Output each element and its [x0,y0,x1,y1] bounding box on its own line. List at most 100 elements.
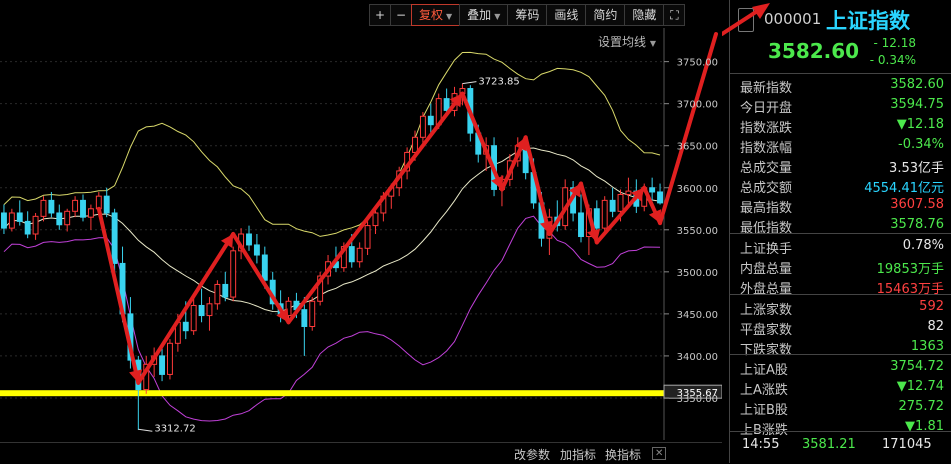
trend-arrow-head [752,3,770,19]
quote-value: 0.78% [902,238,944,253]
restore-rights-button[interactable]: 复权 ▼ [411,4,461,26]
candle-body [167,342,173,375]
quote-row: 上证换手 0.78% [730,236,944,257]
marker-leader [462,81,477,85]
axis-tick-label: 3650.00 [677,142,718,153]
quote-label: 上A涨跌 [740,383,788,398]
candle-body [48,199,55,214]
quote-row: 上证B股 275.72 [730,397,944,418]
price-axis: 3350.00 3400.00 3450.00 3500.00 3550.00 3600.… [664,58,718,405]
quote-value: 592 [919,299,944,314]
quote-label: 指数涨跌 [740,121,793,136]
candle-body [24,220,31,235]
quote-label: 今日开盘 [740,101,793,116]
trend-arrow-segment [136,232,236,385]
index-name: 上证指数 [826,9,910,33]
draw-line-button[interactable]: 画线 [546,4,587,26]
chips-button[interactable]: 筹码 [507,4,548,26]
quote-row: 平盘家数 82 [730,317,944,338]
candle-body [32,215,39,235]
candle-body [649,187,656,193]
candle-body [419,115,426,138]
candle-body [356,247,363,263]
axis-tick-label: 3500.00 [677,268,718,279]
candle-body [309,300,316,327]
zoom-in-button[interactable]: + [369,4,391,26]
candle-body [72,199,79,212]
hide-button[interactable]: 隐藏 [624,4,665,26]
quote-value: 19853万手 [876,262,944,277]
add-indicator-button[interactable]: 加指标 [560,446,596,463]
quote-label: 下跌家数 [740,343,793,358]
marker-leader [138,428,153,432]
fullscreen-icon[interactable]: ⛶ [663,4,686,26]
quote-row: 最低指数 3578.76 [730,215,944,236]
axis-tick-label: 3700.00 [677,100,718,111]
kline-chart[interactable]: 3355.67 3723.85 3312.72 3350.00 3400.00 345… [0,28,722,440]
quote-row: 上B涨跌 ▼1.81 [730,417,944,438]
chevron-down-icon: ▼ [494,12,501,21]
lite-mode-button[interactable]: 简约 [585,4,626,26]
trend-arrow-segment [96,206,141,385]
candle-body [64,210,71,226]
quote-panel: 000001 上证指数 3582.60 - 12.18 - 0.34% 最新指数… [729,0,951,463]
quote-value: ▼12.74 [896,379,944,394]
candle-body [214,283,221,305]
chevron-down-icon: ▼ [446,12,453,21]
chart-toolbar: + − 复权 ▼ 叠加 ▼ 筹码 画线 简约 隐藏 ⛶ [369,4,686,26]
boll-upper-line [3,51,661,237]
candle-body [56,212,63,226]
zoom-out-button[interactable]: − [390,4,412,26]
quote-value: 3582.60 [890,77,944,92]
quote-label: 总成交量 [740,161,793,176]
candle-body [16,212,23,222]
index-change: - 12.18 [873,36,917,50]
overlay-button[interactable]: 叠加 ▼ [459,4,509,26]
change-params-button[interactable]: 改参数 [514,446,550,463]
quote-label: 总成交额 [740,181,793,196]
quote-label: 上证换手 [740,242,793,257]
quote-row: 最新指数 3582.60 [730,75,944,96]
quote-row: 上涨家数 592 [730,297,944,318]
candle-body [657,191,663,204]
close-icon[interactable]: ✕ [652,447,667,460]
candle-body [246,233,252,246]
candle-body [253,244,260,256]
candle-body [364,225,371,249]
axis-tick-label: 3350.00 [677,394,718,405]
index-change-pct: - 0.34% [869,53,916,67]
bollinger-bands [3,51,661,422]
trend-arrow-segment [460,91,504,192]
candle-body [601,199,608,229]
quote-value: 3594.75 [890,97,944,112]
quote-label: 上证A股 [740,363,788,378]
marker-label: 3312.72 [154,423,195,434]
switch-indicator-button[interactable]: 换指标 [605,446,641,463]
candle-body [372,212,379,227]
candle-body [261,254,268,281]
candle-body [1,212,7,229]
price-markers: 3723.85 3312.72 [138,77,520,434]
axis-tick-label: 3750.00 [677,58,718,69]
candle-body [159,355,165,375]
candle-body [111,212,118,264]
quote-row: 上A涨跌 ▼12.74 [730,377,944,398]
candle-body [443,98,450,111]
quote-value: 3578.76 [890,217,944,232]
divider [730,354,951,355]
candle-body [198,304,205,317]
candle-body [206,303,213,317]
quote-value: -0.34% [898,137,944,152]
quote-row: 总成交额 4554.41亿元 [730,175,944,196]
candle-body [182,321,189,332]
quote-row: 上证A股 3754.72 [730,357,944,378]
candle-body [87,208,94,218]
candle-body [8,212,15,229]
candle-body [427,115,434,126]
axis-tick-label: 3600.00 [677,184,718,195]
candle-body [593,208,600,229]
support-band [0,390,664,397]
tick-time: 14:55 [742,437,780,452]
axis-tick-label: 3550.00 [677,226,718,237]
candle-body [230,250,237,298]
